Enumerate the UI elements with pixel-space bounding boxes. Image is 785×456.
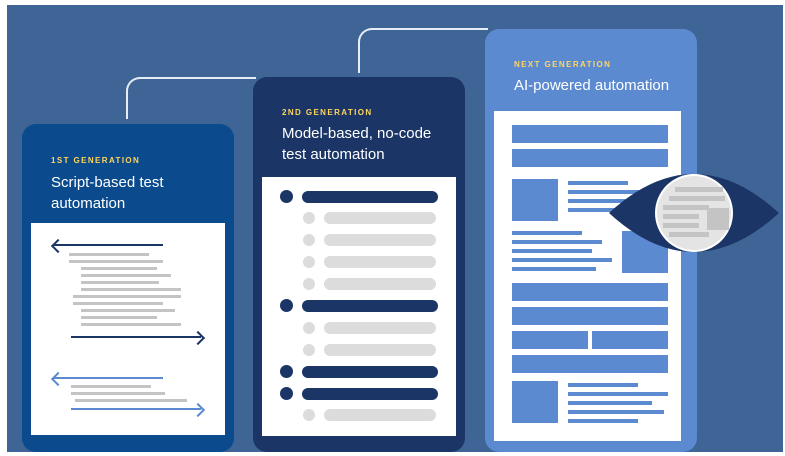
code-line [81, 281, 159, 284]
ui-block [512, 355, 668, 373]
ui-block [512, 283, 668, 301]
model-step-dot [303, 322, 315, 334]
code-line [71, 392, 165, 395]
gen2-card: 2ND GENERATION Model-based, no-code test… [253, 77, 465, 452]
arrow-left-icon [50, 238, 66, 254]
gen2-tag: 2ND GENERATION [282, 108, 373, 117]
code-line [81, 323, 181, 326]
model-node-dot [280, 387, 293, 400]
code-line [71, 385, 151, 388]
ui-image-block [512, 381, 558, 423]
model-step-dot [303, 256, 315, 268]
model-node-dot [280, 299, 293, 312]
model-node-bar [302, 366, 438, 378]
model-node-dot [280, 190, 293, 203]
arrow-right-icon [190, 402, 206, 418]
model-step-dot [303, 234, 315, 246]
model-node-bar [302, 388, 438, 400]
ui-text-line [512, 267, 596, 271]
eye-icon [609, 174, 779, 252]
code-line [81, 316, 157, 319]
model-step-bar [324, 344, 436, 356]
model-node-dot [280, 365, 293, 378]
ui-block-half [512, 331, 588, 349]
model-step-bar [324, 256, 436, 268]
arrow-right-line [71, 408, 201, 410]
code-line [75, 399, 187, 402]
model-step-dot [303, 212, 315, 224]
code-line [73, 302, 163, 305]
model-node-bar [302, 191, 438, 203]
arrow-right-icon [190, 330, 206, 346]
ui-block [512, 307, 668, 325]
model-step-bar [324, 212, 436, 224]
code-line [73, 295, 181, 298]
arrow-left-icon [50, 371, 66, 387]
ui-block-half [592, 331, 668, 349]
gen1-card: 1ST GENERATION Script-based test automat… [22, 124, 234, 452]
ui-text-line [568, 419, 638, 423]
gen2-model-panel [262, 177, 456, 436]
ui-text-line [512, 231, 582, 235]
model-step-dot [303, 344, 315, 356]
code-line [69, 253, 149, 256]
arrow-left-line [53, 244, 163, 246]
model-step-bar [324, 278, 436, 290]
ui-image-block [512, 179, 558, 221]
gen2-title: Model-based, no-code test automation [282, 125, 432, 163]
connector-line-1-2 [126, 77, 256, 119]
ui-text-line [568, 410, 664, 414]
gen3-tag: NEXT GENERATION [514, 60, 612, 69]
ui-text-line [568, 383, 638, 387]
gen1-tag: 1ST GENERATION [51, 156, 141, 165]
gen1-script-panel [31, 223, 225, 435]
ui-text-line [568, 392, 668, 396]
gen1-title: Script-based test automation [51, 174, 164, 212]
code-line [81, 288, 181, 291]
code-line [81, 274, 171, 277]
model-step-dot [303, 278, 315, 290]
model-step-bar [324, 409, 436, 421]
model-step-dot [303, 409, 315, 421]
connector-line-2-3 [358, 28, 488, 73]
model-step-bar [324, 322, 436, 334]
ui-text-line [512, 240, 602, 244]
arrow-right-line [71, 336, 201, 338]
arrow-left-line [53, 377, 163, 379]
diagram-canvas: 1ST GENERATION Script-based test automat… [7, 5, 783, 452]
ui-text-line [568, 401, 652, 405]
ui-text-line [512, 258, 612, 262]
model-step-bar [324, 234, 436, 246]
code-line [69, 260, 163, 263]
ui-text-line [512, 249, 592, 253]
code-line [81, 267, 157, 270]
gen3-ai-panel [494, 111, 681, 441]
gen3-title: AI-powered automation [514, 77, 670, 94]
model-node-bar [302, 300, 438, 312]
ui-block [512, 125, 668, 143]
code-line [81, 309, 175, 312]
